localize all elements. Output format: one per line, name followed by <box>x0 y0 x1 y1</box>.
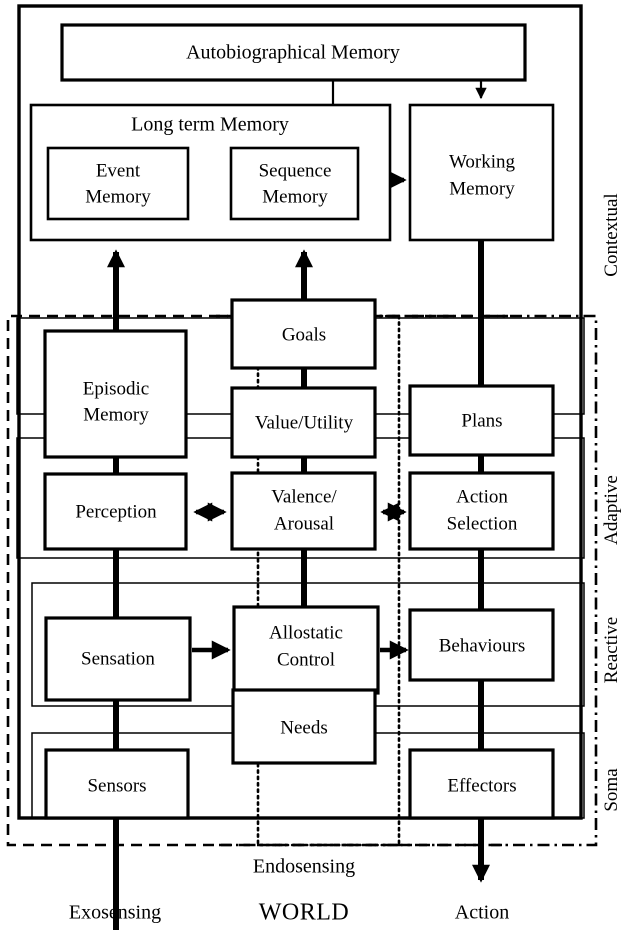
label-working-memory-line1: Working <box>449 151 516 172</box>
label-plans: Plans <box>461 410 502 431</box>
label-episodic-memory-line1: Episodic <box>83 378 150 399</box>
label-value-utility: Value/Utility <box>255 412 354 433</box>
architecture-diagram-canvas: Autobiographical Memory Long term Memory… <box>6 4 622 930</box>
architecture-diagram: Autobiographical Memory Long term Memory… <box>0 0 640 930</box>
label-behaviours: Behaviours <box>439 635 526 656</box>
box-working-memory[interactable] <box>408 103 555 242</box>
label-autobiographical-memory: Autobiographical Memory <box>186 42 400 64</box>
label-allostatic-control-line2: Control <box>277 649 335 670</box>
label-action-selection-line2: Selection <box>447 513 518 534</box>
label-endosensing: Endosensing <box>253 856 355 878</box>
label-valence-arousal-line2: Arousal <box>274 513 334 534</box>
label-sensors: Sensors <box>87 775 146 796</box>
layer-label-contextual: Contextual <box>601 193 622 276</box>
label-goals: Goals <box>282 324 326 345</box>
label-exosensing: Exosensing <box>69 902 161 924</box>
label-effectors: Effectors <box>447 775 516 796</box>
label-action-selection-line1: Action <box>456 486 508 507</box>
label-perception: Perception <box>75 501 157 522</box>
layer-label-reactive: Reactive <box>601 617 622 683</box>
label-sequence-memory-line2: Memory <box>262 186 328 207</box>
label-event-memory-line1: Event <box>96 160 141 181</box>
label-working-memory-line2: Memory <box>449 178 515 199</box>
label-needs: Needs <box>280 717 327 738</box>
label-world: WORLD <box>259 900 349 926</box>
box-event-memory[interactable] <box>46 146 190 221</box>
label-long-term-memory: Long term Memory <box>131 114 289 136</box>
layer-label-adaptive: Adaptive <box>601 475 622 545</box>
label-event-memory-line2: Memory <box>85 186 151 207</box>
box-valence-arousal[interactable] <box>230 471 377 551</box>
layer-label-soma: Soma <box>601 768 622 812</box>
label-sensation: Sensation <box>81 648 155 669</box>
box-sequence-memory[interactable] <box>229 146 360 221</box>
box-action-selection[interactable] <box>408 471 555 551</box>
label-sequence-memory-line1: Sequence <box>259 160 332 181</box>
label-episodic-memory-line2: Memory <box>83 404 149 425</box>
label-action: Action <box>455 902 509 924</box>
label-valence-arousal-line1: Valence/ <box>271 486 337 507</box>
label-allostatic-control-line1: Allostatic <box>269 622 343 643</box>
